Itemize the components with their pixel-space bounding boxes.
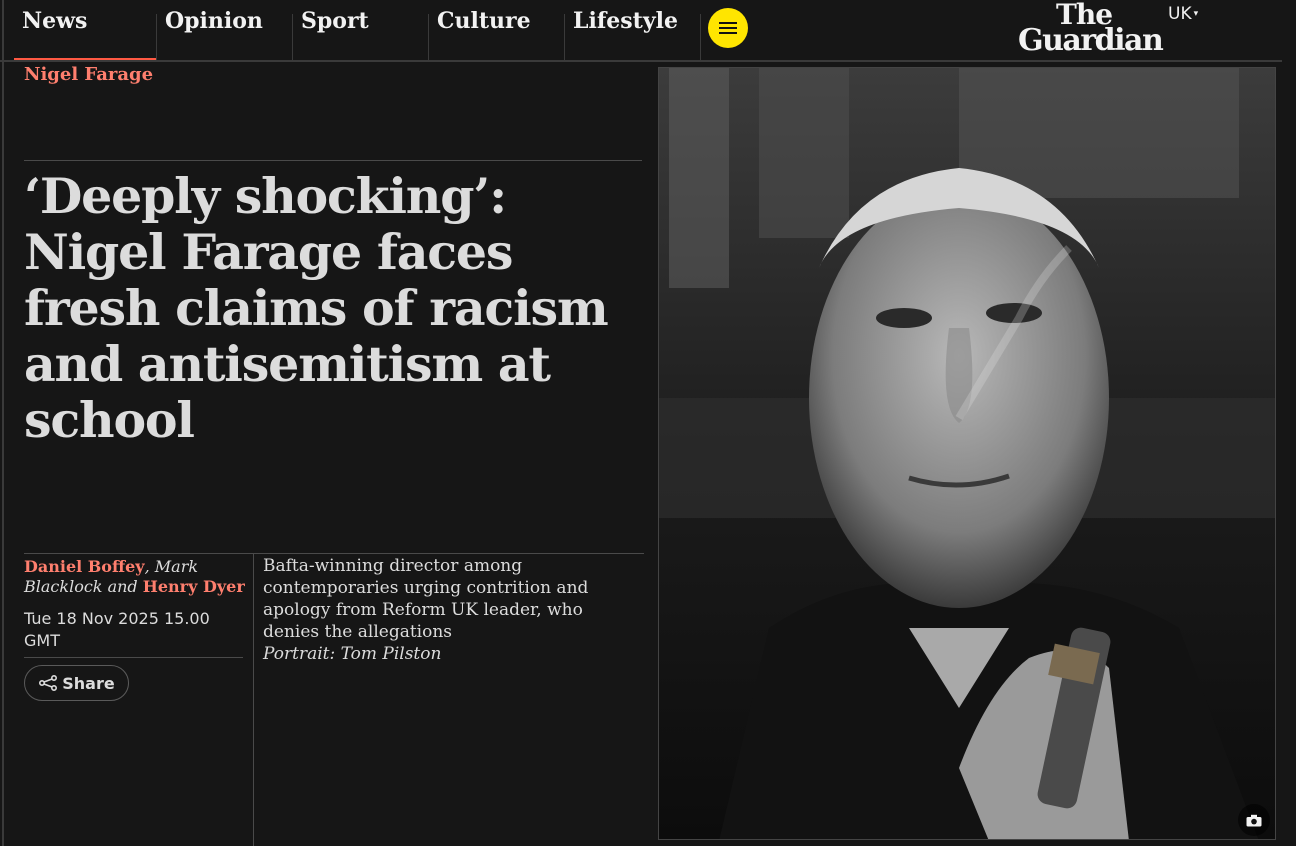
edition-label: UK <box>1168 4 1192 24</box>
top-navigation: News Opinion Sport Culture Lifestyle The… <box>0 0 1296 62</box>
standfirst-text: Bafta-winning director among contemporar… <box>263 556 589 642</box>
hamburger-menu-icon <box>719 22 737 34</box>
standfirst: Bafta-winning director among contemporar… <box>263 555 635 665</box>
guardian-logo[interactable]: The Guardian <box>1018 0 1168 59</box>
nav-item-sport[interactable]: Sport <box>292 8 428 60</box>
author-link[interactable]: Henry Dyer <box>143 577 245 596</box>
nav-item-label: Lifestyle <box>573 8 678 34</box>
portrait-image <box>659 68 1275 839</box>
share-icon <box>39 675 58 691</box>
photo-credit: Portrait: Tom Pilston <box>263 644 442 664</box>
camera-icon <box>1246 814 1262 826</box>
nav-item-opinion[interactable]: Opinion <box>156 8 292 60</box>
page-left-rule <box>2 0 4 846</box>
nav-item-label: Culture <box>437 8 531 34</box>
date-bottom-rule <box>24 657 243 658</box>
section-kicker[interactable]: Nigel Farage <box>24 64 153 85</box>
share-label: Share <box>62 673 115 693</box>
menu-button[interactable] <box>708 8 748 48</box>
nav-item-culture[interactable]: Culture <box>428 8 564 60</box>
article-headline: ‘Deeply shocking’: Nigel Farage faces fr… <box>24 167 609 449</box>
edition-selector[interactable]: UK ▾ <box>1168 4 1198 24</box>
meta-top-rule <box>24 553 644 554</box>
nav-item-label: News <box>22 8 88 34</box>
meta-column-divider <box>253 553 254 846</box>
headline-top-rule <box>24 160 642 161</box>
byline: Daniel Boffey, Mark Blacklock and Henry … <box>24 557 248 597</box>
share-button[interactable]: Share <box>24 665 129 701</box>
article-page: News Opinion Sport Culture Lifestyle The… <box>0 0 1296 846</box>
logo-line-2: Guardian <box>1018 23 1164 59</box>
publication-date: Tue 18 Nov 2025 15.00 GMT <box>24 609 210 650</box>
byline-separator: and <box>102 577 143 596</box>
main-portrait-photo <box>658 67 1276 840</box>
chevron-down-icon: ▾ <box>1193 9 1199 19</box>
byline-separator: , <box>144 557 155 576</box>
nav-item-label: Opinion <box>165 8 263 34</box>
photo-caption-button[interactable] <box>1238 804 1270 836</box>
nav-item-news[interactable]: News <box>14 0 156 61</box>
nav-divider <box>700 14 701 60</box>
author-link[interactable]: Daniel Boffey <box>24 557 145 576</box>
nav-item-label: Sport <box>301 8 369 34</box>
nav-item-lifestyle[interactable]: Lifestyle <box>564 8 700 60</box>
nav-bottom-rule <box>0 60 1282 62</box>
